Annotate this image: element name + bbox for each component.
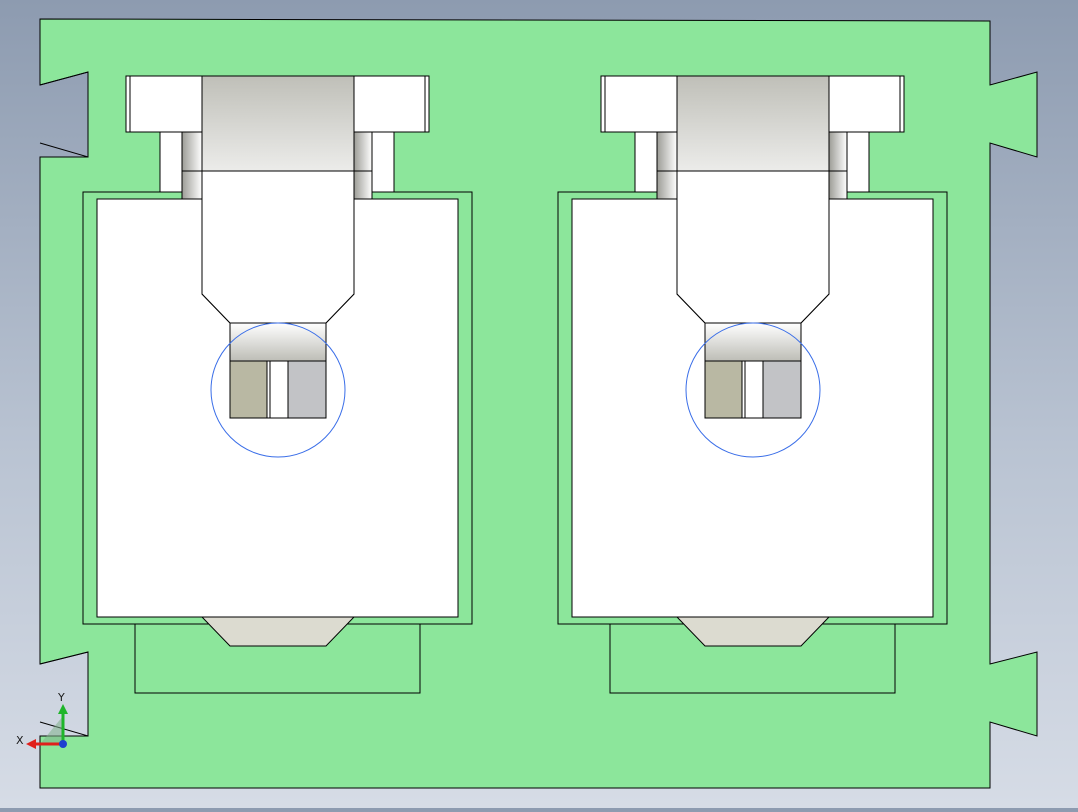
x-arrow-icon xyxy=(26,739,36,749)
post-left xyxy=(159,131,183,193)
cad-viewport[interactable]: Y X xyxy=(0,0,1078,808)
jaw-mouth xyxy=(704,322,802,362)
jaw-block-right xyxy=(762,360,802,419)
center-column-lower xyxy=(201,170,355,324)
post-inner-left xyxy=(181,131,203,200)
post-right xyxy=(846,131,870,193)
post-inner-left xyxy=(656,131,678,200)
y-axis-label: Y xyxy=(57,691,65,704)
post-right xyxy=(371,131,395,193)
post-inner-right xyxy=(353,131,373,200)
jaw-mouth xyxy=(229,322,327,362)
left-top-notch xyxy=(39,71,89,158)
jaw-block-left xyxy=(229,360,268,419)
z-axis-icon xyxy=(59,740,67,748)
center-column-lower xyxy=(676,170,830,324)
y-arrow-icon xyxy=(58,704,68,714)
jaw-block-right xyxy=(287,360,327,419)
jaw-block-left xyxy=(704,360,743,419)
x-axis-label: X xyxy=(16,734,24,747)
post-inner-right xyxy=(828,131,848,200)
post-left xyxy=(634,131,658,193)
drawing-canvas: Y X xyxy=(16,18,1038,789)
